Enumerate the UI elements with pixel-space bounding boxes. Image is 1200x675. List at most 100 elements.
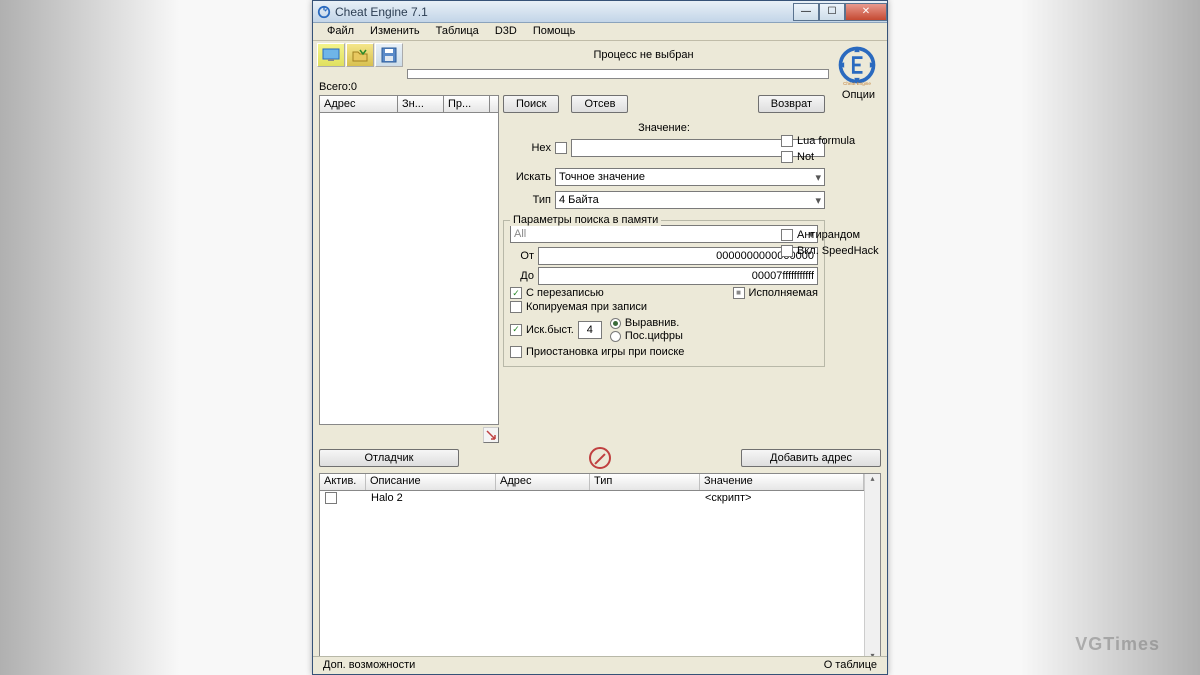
col-previous[interactable]: Пр... — [444, 96, 490, 112]
lua-formula-label: Lua formula — [797, 135, 855, 147]
menu-edit[interactable]: Изменить — [362, 23, 428, 40]
from-label: От — [510, 250, 534, 262]
add-address-button[interactable]: Добавить адрес — [741, 449, 881, 467]
debugger-button[interactable]: Отладчик — [319, 449, 459, 467]
scan-type-combo[interactable]: Точное значение — [555, 168, 825, 186]
table-scrollbar[interactable]: ▴▾ — [864, 474, 880, 660]
row-addr — [497, 491, 591, 507]
pause-checkbox[interactable] — [510, 346, 522, 358]
not-checkbox[interactable] — [781, 151, 793, 163]
results-list[interactable] — [319, 113, 499, 425]
results-header: Адрес Зн... Пр... — [319, 95, 499, 113]
no-entry-icon[interactable] — [589, 447, 611, 469]
options-link[interactable]: Опции — [842, 89, 875, 101]
select-process-button[interactable] — [317, 43, 345, 67]
col-type[interactable]: Тип — [590, 474, 700, 490]
col-value[interactable]: Зн... — [398, 96, 444, 112]
total-label: Всего: — [319, 81, 351, 93]
row-active-checkbox[interactable] — [325, 492, 337, 504]
floppy-icon — [381, 47, 397, 63]
extra-options: Антирандом Вкл. SpeedHack — [781, 229, 881, 259]
lastdigits-radio[interactable] — [610, 331, 621, 342]
row-value: <скрипт> — [701, 491, 863, 507]
pause-label: Приостановка игры при поиске — [526, 346, 684, 358]
addr-header: Актив. Описание Адрес Тип Значение — [320, 474, 864, 491]
toolbar: Процесс не выбран — [313, 41, 887, 69]
progress-bar — [407, 69, 829, 79]
undo-scan-button[interactable]: Возврат — [758, 95, 825, 113]
clear-results-button[interactable] — [483, 427, 499, 443]
arrow-diag-icon — [485, 429, 497, 441]
open-button[interactable] — [346, 43, 374, 67]
results-pane: Адрес Зн... Пр... — [319, 95, 499, 443]
status-right[interactable]: О таблице — [824, 659, 877, 672]
cheat-engine-logo[interactable]: Cheat Engine — [833, 43, 881, 87]
col-desc[interactable]: Описание — [366, 474, 496, 490]
lastdigits-label: Пос.цифры — [625, 330, 683, 342]
antirandom-label: Антирандом — [797, 229, 860, 241]
not-label: Not — [797, 151, 814, 163]
memory-region-combo[interactable]: All — [510, 225, 818, 243]
memory-params-group: Параметры поиска в памяти All От До С пе… — [503, 220, 825, 367]
align-label: Выравнив. — [625, 317, 679, 329]
writable-label: С перезаписью — [526, 287, 604, 299]
table-row[interactable]: Halo 2 <скрипт> — [320, 491, 864, 507]
col-value2[interactable]: Значение — [700, 474, 864, 490]
menu-file[interactable]: Файл — [319, 23, 362, 40]
next-scan-button[interactable]: Отсев — [571, 95, 628, 113]
hex-checkbox[interactable] — [555, 142, 567, 154]
watermark: VGTimes — [1075, 634, 1160, 655]
hex-label: Hex — [503, 142, 551, 154]
app-window: Cheat Engine 7.1 — ☐ ✕ Файл Изменить Таб… — [312, 0, 888, 675]
antirandom-checkbox[interactable] — [781, 229, 793, 241]
executable-label: Исполняемая — [749, 287, 818, 299]
executable-checkbox[interactable] — [733, 287, 745, 299]
row-type — [591, 491, 701, 507]
menubar: Файл Изменить Таблица D3D Помощь — [313, 23, 887, 41]
type-label: Тип — [503, 194, 551, 206]
cow-checkbox[interactable] — [510, 301, 522, 313]
minimize-button[interactable]: — — [793, 3, 819, 21]
row-desc: Halo 2 — [367, 491, 497, 507]
writable-checkbox[interactable] — [510, 287, 522, 299]
total-row: Всего:0 — [313, 81, 887, 95]
address-table: Актив. Описание Адрес Тип Значение Halo … — [319, 473, 881, 659]
fastscan-label: Иск.быст. — [526, 324, 574, 336]
titlebar[interactable]: Cheat Engine 7.1 — ☐ ✕ — [313, 1, 887, 23]
value-label: Значение: — [638, 122, 690, 134]
col-address[interactable]: Адрес — [320, 96, 398, 112]
cow-label: Копируемая при записи — [526, 301, 647, 313]
statusbar: Доп. возможности О таблице — [313, 656, 887, 674]
menu-table[interactable]: Таблица — [428, 23, 487, 40]
fastscan-value[interactable] — [578, 321, 602, 339]
lua-formula-checkbox[interactable] — [781, 135, 793, 147]
menu-help[interactable]: Помощь — [525, 23, 584, 40]
app-icon — [317, 5, 331, 19]
midbar: Отладчик Добавить адрес — [313, 443, 887, 473]
status-left[interactable]: Доп. возможности — [323, 659, 415, 672]
col-active[interactable]: Актив. — [320, 474, 366, 490]
svg-text:Cheat Engine: Cheat Engine — [843, 81, 871, 86]
search-label: Искать — [503, 171, 551, 183]
fastscan-checkbox[interactable] — [510, 324, 522, 336]
process-label: Процесс не выбран — [404, 49, 883, 61]
speedhack-checkbox[interactable] — [781, 245, 793, 257]
speedhack-label: Вкл. SpeedHack — [797, 245, 879, 257]
to-label: До — [510, 270, 534, 282]
formula-options: Lua formula Not — [781, 135, 881, 165]
value-type-combo[interactable]: 4 Байта — [555, 191, 825, 209]
monitor-icon — [322, 48, 340, 62]
align-radio[interactable] — [610, 318, 621, 329]
folder-open-icon — [351, 48, 369, 62]
maximize-button[interactable]: ☐ — [819, 3, 845, 21]
total-value: 0 — [351, 81, 357, 93]
to-input[interactable] — [538, 267, 818, 285]
title-text: Cheat Engine 7.1 — [335, 5, 793, 19]
save-button[interactable] — [375, 43, 403, 67]
menu-d3d[interactable]: D3D — [487, 23, 525, 40]
from-input[interactable] — [538, 247, 818, 265]
memory-legend: Параметры поиска в памяти — [510, 214, 661, 226]
close-button[interactable]: ✕ — [845, 3, 887, 21]
col-addr2[interactable]: Адрес — [496, 474, 590, 490]
first-scan-button[interactable]: Поиск — [503, 95, 559, 113]
